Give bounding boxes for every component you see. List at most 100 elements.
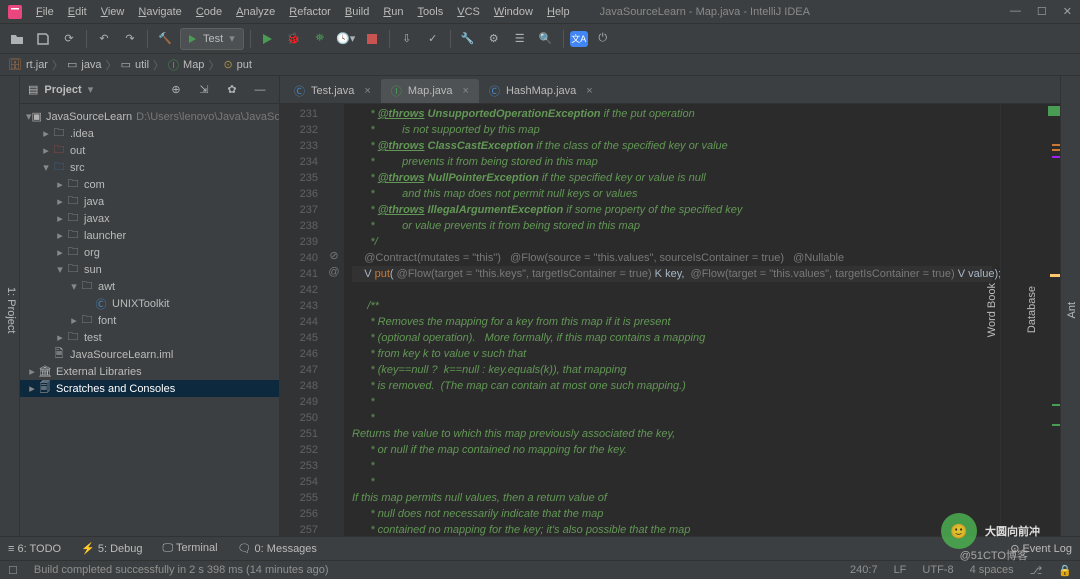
tree-arrow-icon[interactable]: ▸ — [26, 365, 38, 378]
right-tab-ant[interactable]: Ant — [1064, 298, 1080, 323]
maximize-button[interactable]: ☐ — [1037, 5, 1047, 18]
tree-node-launcher[interactable]: ▸🗀launcher — [20, 227, 279, 244]
locate-icon[interactable]: ⊕ — [165, 79, 187, 101]
settings-icon[interactable]: ✿ — [221, 79, 243, 101]
translate-button[interactable]: 文A — [570, 31, 588, 47]
minimize-icon[interactable]: — — [249, 79, 271, 101]
right-tab-wordbook[interactable]: Word Book — [984, 279, 1000, 341]
code-editor[interactable]: * @throws UnsupportedOperationException … — [344, 104, 1000, 536]
run-config-selector[interactable]: Test ▾ — [180, 28, 244, 50]
tree-arrow-icon[interactable]: ▸ — [54, 331, 66, 344]
line-separator[interactable]: LF — [894, 564, 907, 576]
tree-arrow-icon[interactable]: ▸ — [54, 246, 66, 259]
tree-arrow-icon[interactable]: ▸ — [54, 212, 66, 225]
breadcrumb-java[interactable]: ▭java — [67, 58, 102, 71]
tree-node-unixtoolkit[interactable]: ⒸUNIXToolkit — [20, 295, 279, 312]
breadcrumb-rt.jar[interactable]: 🗄rt.jar — [8, 58, 48, 71]
tree-arrow-icon[interactable]: ▸ — [40, 144, 52, 157]
menu-navigate[interactable]: Navigate — [132, 4, 187, 20]
tree-node-font[interactable]: ▸🗀font — [20, 312, 279, 329]
menu-build[interactable]: Build — [339, 4, 375, 20]
profile-button[interactable]: 🕓▾ — [335, 28, 357, 50]
breadcrumb-put[interactable]: ⊙put — [223, 58, 252, 71]
right-tab-database[interactable]: Database — [1024, 282, 1040, 337]
tree-node-java[interactable]: ▸🗀java — [20, 193, 279, 210]
tree-arrow-icon[interactable]: ▸ — [54, 229, 66, 242]
minimize-button[interactable]: ― — [1010, 5, 1021, 18]
open-button[interactable] — [6, 28, 28, 50]
menu-run[interactable]: Run — [377, 4, 409, 20]
structure-button[interactable]: ☰ — [509, 28, 531, 50]
tree-node-javasourcelearniml[interactable]: 🗎JavaSourceLearn.iml — [20, 346, 279, 363]
editor-tab-test-java[interactable]: ⒸTest.java× — [284, 79, 381, 103]
tree-arrow-icon[interactable]: ▸ — [68, 314, 80, 327]
tree-arrow-icon[interactable]: ▸ — [54, 178, 66, 191]
tool-messages[interactable]: 🗨 0: Messages — [238, 542, 317, 555]
menu-code[interactable]: Code — [190, 4, 228, 20]
tree-node-idea[interactable]: ▸🗀.idea — [20, 125, 279, 142]
editor-tab-map-java[interactable]: ⒾMap.java× — [381, 79, 479, 103]
tree-node-src[interactable]: ▾🗀src — [20, 159, 279, 176]
icon-gutter[interactable]: ⊘ @ — [324, 104, 344, 536]
close-tab-icon[interactable]: × — [463, 85, 469, 97]
stop-button[interactable] — [361, 28, 383, 50]
caret-position[interactable]: 240:7 — [850, 564, 878, 576]
tree-arrow-icon[interactable]: ▾ — [54, 263, 66, 276]
tree-node-out[interactable]: ▸🗀out — [20, 142, 279, 159]
menu-edit[interactable]: Edit — [62, 4, 93, 20]
project-tree[interactable]: ▾▣JavaSourceLearnD:\Users\lenovo\Java\Ja… — [20, 104, 279, 536]
menu-window[interactable]: Window — [488, 4, 539, 20]
close-tab-icon[interactable]: × — [364, 85, 370, 97]
event-log-button[interactable]: ⊙ Event Log — [1010, 542, 1072, 555]
undo-button[interactable]: ↶ — [93, 28, 115, 50]
save-button[interactable] — [32, 28, 54, 50]
menu-refactor[interactable]: Refactor — [283, 4, 337, 20]
line-number-gutter[interactable]: 2312322332342352362372382392402412422432… — [280, 104, 324, 536]
left-tab-project[interactable]: 1: Project — [3, 283, 19, 337]
settings-button[interactable]: ⚙ — [483, 28, 505, 50]
menu-help[interactable]: Help — [541, 4, 576, 20]
tool-terminal[interactable]: 🖵 Terminal — [163, 542, 218, 555]
menu-analyze[interactable]: Analyze — [230, 4, 281, 20]
tree-arrow-icon[interactable]: ▸ — [40, 127, 52, 140]
file-encoding[interactable]: UTF-8 — [922, 564, 953, 576]
breadcrumb-map[interactable]: ⒾMap — [168, 57, 204, 73]
menu-vcs[interactable]: VCS — [451, 4, 486, 20]
tool-todo[interactable]: ≡ 6: TODO — [8, 543, 61, 555]
menu-tools[interactable]: Tools — [412, 4, 450, 20]
indent-setting[interactable]: 4 spaces — [970, 564, 1014, 576]
git-branch-icon[interactable]: ⎇ — [1030, 564, 1043, 577]
commit-button[interactable]: ✓ — [422, 28, 444, 50]
wrench-button[interactable]: 🔧 — [457, 28, 479, 50]
tree-arrow-icon[interactable]: ▾ — [68, 280, 80, 293]
sync-button[interactable]: ⟳ — [58, 28, 80, 50]
tree-node-javasourcelearn[interactable]: ▾▣JavaSourceLearnD:\Users\lenovo\Java\Ja… — [20, 108, 279, 125]
tree-arrow-icon[interactable]: ▸ — [26, 382, 38, 395]
debug-button[interactable]: 🐞 — [283, 28, 305, 50]
tree-node-org[interactable]: ▸🗀org — [20, 244, 279, 261]
tree-arrow-icon[interactable]: ▾ — [40, 161, 52, 174]
tree-node-javax[interactable]: ▸🗀javax — [20, 210, 279, 227]
redo-button[interactable]: ↷ — [119, 28, 141, 50]
tree-node-test[interactable]: ▸🗀test — [20, 329, 279, 346]
build-button[interactable]: 🔨 — [154, 28, 176, 50]
collapse-icon[interactable]: ⇲ — [193, 79, 215, 101]
tree-node-awt[interactable]: ▾🗀awt — [20, 278, 279, 295]
menu-file[interactable]: File — [30, 4, 60, 20]
search-button[interactable]: 🔍 — [535, 28, 557, 50]
tree-node-scratchesandconsoles[interactable]: ▸🗐Scratches and Consoles — [20, 380, 279, 397]
breadcrumb-util[interactable]: ▭util — [121, 58, 149, 71]
coverage-button[interactable]: ⛯ — [309, 28, 331, 50]
lock-icon[interactable]: 🔒 — [1058, 564, 1072, 577]
update-button[interactable]: ⇩ — [396, 28, 418, 50]
power-button[interactable]: ⏻ — [592, 28, 614, 50]
tree-arrow-icon[interactable]: ▸ — [54, 195, 66, 208]
menu-view[interactable]: View — [95, 4, 131, 20]
close-button[interactable]: ✕ — [1063, 5, 1072, 18]
run-button[interactable] — [257, 28, 279, 50]
editor-tab-hashmap-java[interactable]: ⒸHashMap.java× — [479, 79, 603, 103]
tree-node-sun[interactable]: ▾🗀sun — [20, 261, 279, 278]
close-tab-icon[interactable]: × — [586, 85, 592, 97]
tool-debug[interactable]: ⚡ 5: Debug — [81, 542, 142, 555]
tree-node-externallibraries[interactable]: ▸🏛External Libraries — [20, 363, 279, 380]
